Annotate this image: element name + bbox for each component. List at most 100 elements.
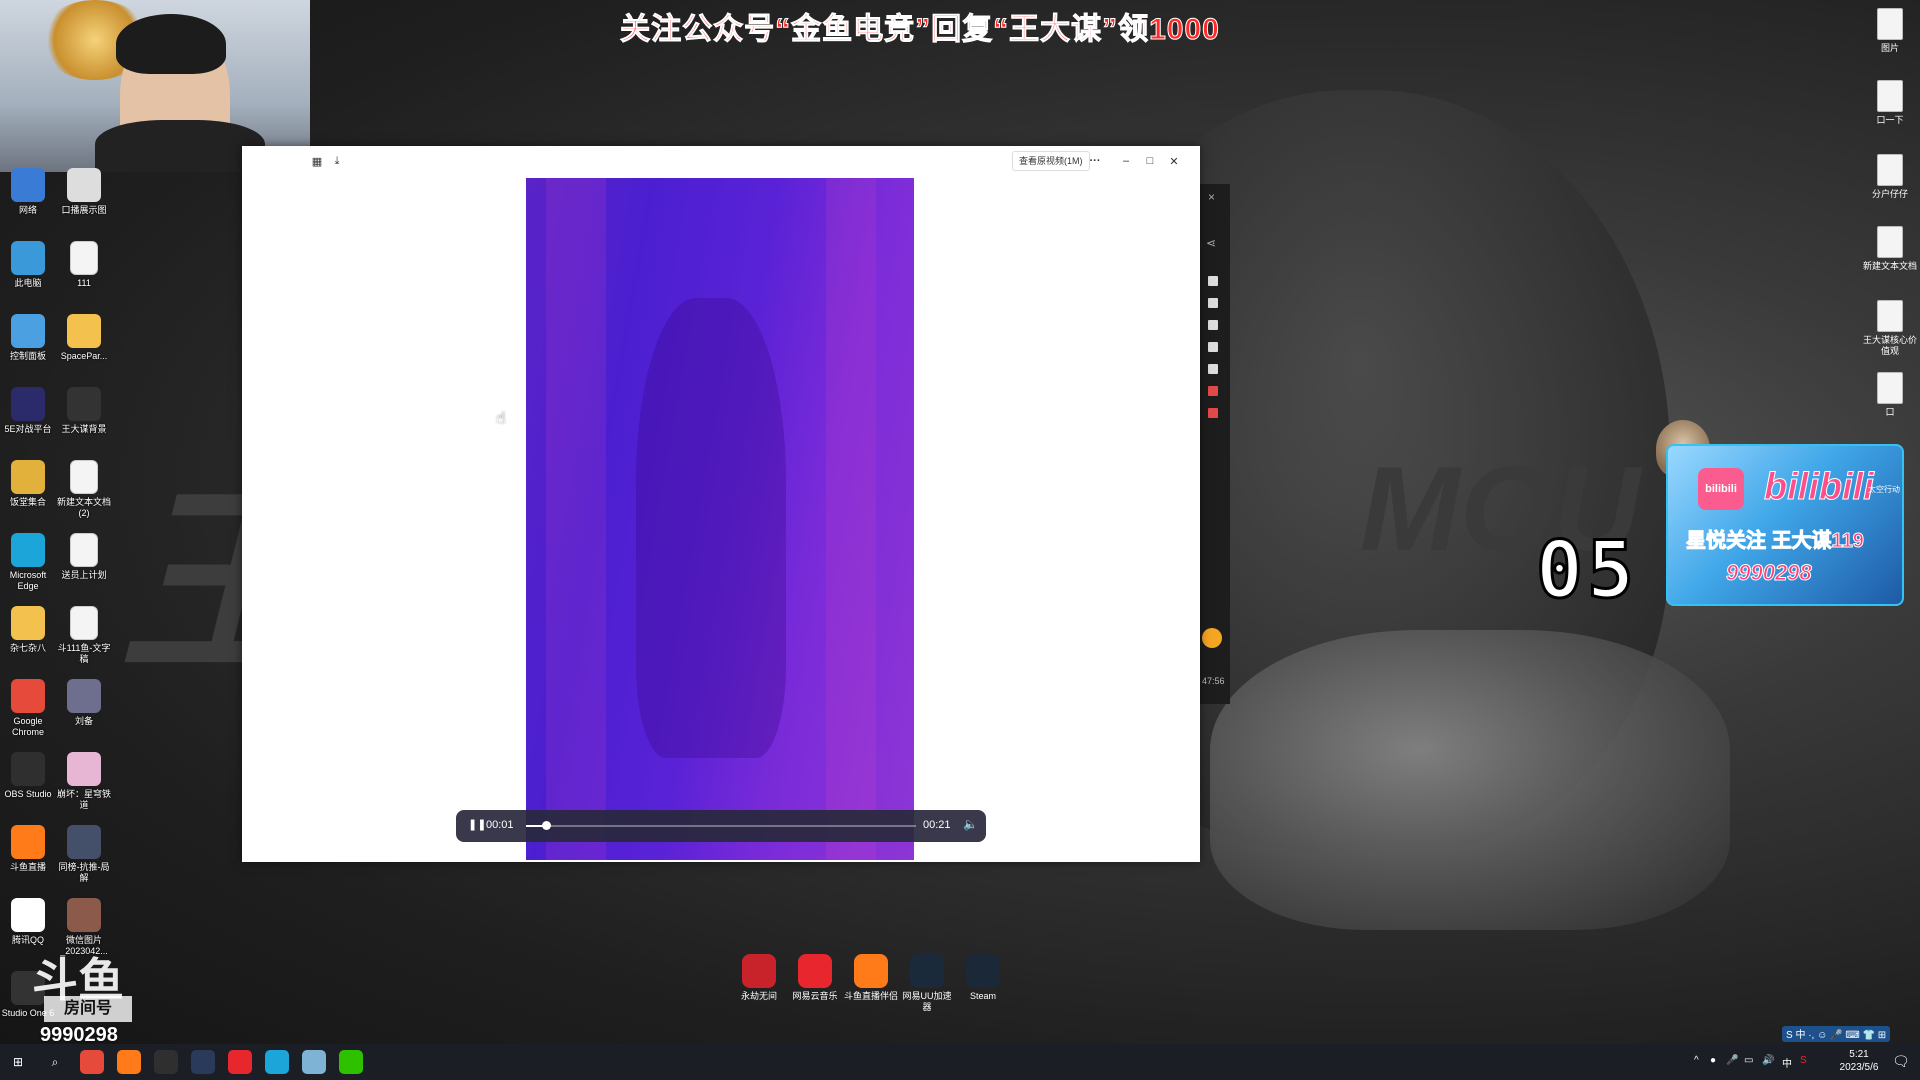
- desktop-icon[interactable]: 口播展示图: [56, 168, 112, 216]
- seek-bar[interactable]: [526, 821, 916, 830]
- wechat-icon[interactable]: [339, 1050, 363, 1074]
- file-thumbnail[interactable]: [1208, 364, 1218, 374]
- notepad-icon[interactable]: [302, 1050, 326, 1074]
- chrome-icon[interactable]: [80, 1050, 104, 1074]
- wallpaper-hand: [1210, 630, 1730, 930]
- more-icon[interactable]: ···: [1087, 152, 1103, 170]
- pause-icon[interactable]: ❚❚: [468, 818, 486, 834]
- close-icon[interactable]: ×: [1208, 190, 1215, 204]
- file-thumbnail[interactable]: [1208, 298, 1218, 308]
- desktop-icon[interactable]: 杂七杂八: [0, 606, 56, 654]
- desktop-icon[interactable]: 斗鱼直播: [0, 825, 56, 873]
- document-icon: [1877, 300, 1903, 332]
- desktop-icon[interactable]: 送员上计划: [56, 533, 112, 581]
- image-icon: [67, 825, 101, 859]
- download-icon[interactable]: ⤓: [330, 152, 344, 170]
- studio-one-icon[interactable]: [191, 1050, 215, 1074]
- desktop-icon[interactable]: SpacePar...: [56, 314, 112, 362]
- desktop-icon-label: 此电脑: [14, 278, 42, 288]
- dock-item-label: 网易云音乐: [792, 991, 838, 1001]
- desktop-icon[interactable]: 5E对战平台: [0, 387, 56, 435]
- file-thumbnail[interactable]: [1208, 276, 1218, 286]
- video-light-streak: [826, 178, 876, 860]
- volume-icon[interactable]: 🔊: [1762, 1055, 1774, 1066]
- desktop-icon[interactable]: 分户仔仔: [1862, 154, 1918, 200]
- volume-icon[interactable]: 🔈: [963, 817, 978, 831]
- close-icon[interactable]: ✕: [1167, 152, 1181, 170]
- desktop-icon[interactable]: 同榜-抗推-局解: [56, 825, 112, 884]
- douyu-icon[interactable]: [117, 1050, 141, 1074]
- chat-side-panel: × ⋖ 47:56: [1200, 184, 1230, 704]
- file-thumbnail[interactable]: [1208, 386, 1218, 396]
- image-icon: [67, 679, 101, 713]
- chrome-icon: [11, 679, 45, 713]
- dock-item[interactable]: 网易云音乐: [788, 954, 842, 1002]
- desktop-icon[interactable]: 此电脑: [0, 241, 56, 289]
- file-thumbnail[interactable]: [1208, 320, 1218, 330]
- ime-toolbar[interactable]: S 中 ·, ☺ 🎤 ⌨ 👕 ⊞: [1782, 1026, 1891, 1042]
- desktop-icon[interactable]: 王大谋背景: [56, 387, 112, 435]
- desktop-icon[interactable]: 新建文本文档 (2): [56, 460, 112, 519]
- minimize-icon[interactable]: –: [1119, 152, 1133, 170]
- current-time: 00:01: [486, 819, 514, 831]
- desktop-icon[interactable]: 饭堂集合: [0, 460, 56, 508]
- desktop-icon[interactable]: 新建文本文档: [1862, 226, 1918, 272]
- notification-dot[interactable]: [1202, 628, 1222, 648]
- network-icon[interactable]: ▭: [1744, 1055, 1753, 1066]
- desktop-icon[interactable]: Google Chrome: [0, 679, 56, 738]
- desktop-icon-label: 5E对战平台: [4, 424, 52, 434]
- file-thumbnail[interactable]: [1208, 342, 1218, 352]
- desktop-icon[interactable]: OBS Studio: [0, 752, 56, 800]
- desktop-icon[interactable]: 口: [1862, 372, 1918, 418]
- clock-date: 2023/5/6: [1839, 1062, 1879, 1073]
- mouse-cursor-icon: ☝: [496, 410, 506, 427]
- file-thumbnail[interactable]: [1208, 408, 1218, 418]
- 5e-icon: [11, 387, 45, 421]
- obs-icon: [11, 752, 45, 786]
- desktop-icon[interactable]: Microsoft Edge: [0, 533, 56, 592]
- dock-item-label: 永劫无间: [740, 991, 777, 1001]
- duration: 00:21: [923, 819, 951, 831]
- dock-item-label: Steam: [969, 991, 996, 1001]
- room-label: 房间号: [44, 996, 132, 1022]
- desktop-icon[interactable]: 刘备: [56, 679, 112, 727]
- desktop-icon[interactable]: 腾讯QQ: [0, 898, 56, 946]
- notification-icon[interactable]: 🗨: [1892, 1053, 1910, 1070]
- desktop-icon[interactable]: 网络: [0, 168, 56, 216]
- desktop-icon[interactable]: 口一下: [1862, 80, 1918, 126]
- bilibili-logo: bilibili: [1764, 466, 1875, 509]
- view-original-button[interactable]: 查看原视频(1M): [1012, 151, 1090, 171]
- microphone-icon[interactable]: 🎤: [1726, 1055, 1738, 1066]
- dock-item[interactable]: Steam: [956, 954, 1010, 1002]
- desktop-icon[interactable]: 111: [56, 241, 112, 289]
- dock-item[interactable]: 斗鱼直播伴侣: [844, 954, 898, 1002]
- netease-music-icon[interactable]: [228, 1050, 252, 1074]
- chevron-up-icon[interactable]: ^: [1694, 1055, 1699, 1066]
- desktop-icon-label: 崩坏：星穹铁道: [56, 789, 111, 810]
- netease-music-icon: [798, 954, 832, 988]
- sogou-icon[interactable]: S: [1800, 1055, 1807, 1066]
- desktop-icon[interactable]: 斗111鱼-文字稿: [56, 606, 112, 665]
- grid-icon[interactable]: ▦: [310, 152, 324, 170]
- taskbar-clock[interactable]: 5:21 2023/5/6: [1830, 1048, 1888, 1074]
- image-icon: [67, 168, 101, 202]
- dock-item[interactable]: 网易UU加速器: [900, 954, 954, 1013]
- dock-item-label: 斗鱼直播伴侣: [844, 991, 899, 1001]
- search-icon[interactable]: ⌕: [43, 1050, 67, 1074]
- desktop-icon[interactable]: 控制面板: [0, 314, 56, 362]
- share-icon[interactable]: ⋖: [1206, 236, 1216, 250]
- start-icon[interactable]: ⊞: [6, 1050, 30, 1074]
- ime-indicator[interactable]: 中: [1782, 1055, 1792, 1070]
- desktop-icon[interactable]: 王大谋核心价值观: [1862, 300, 1918, 357]
- antivirus-icon[interactable]: ●: [1710, 1055, 1716, 1066]
- dock-item[interactable]: 永劫无间: [732, 954, 786, 1002]
- desktop-icon[interactable]: 崩坏：星穹铁道: [56, 752, 112, 811]
- seek-thumb[interactable]: [541, 821, 551, 830]
- desktop-icon-label: Microsoft Edge: [9, 570, 47, 591]
- maximize-icon[interactable]: □: [1143, 152, 1157, 170]
- edge-icon[interactable]: [265, 1050, 289, 1074]
- desktop-icon[interactable]: 图片: [1862, 8, 1918, 54]
- obs-icon[interactable]: [154, 1050, 178, 1074]
- video-frame[interactable]: [526, 178, 914, 860]
- video-controls: ❚❚ 00:01 00:21 🔈: [456, 810, 986, 842]
